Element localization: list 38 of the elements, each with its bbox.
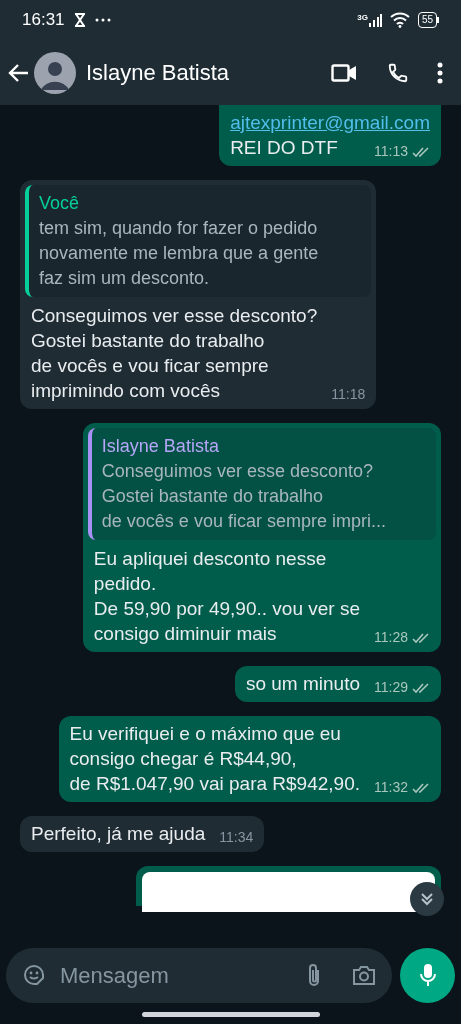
- more-icon: [94, 18, 111, 22]
- quote-author: Você: [39, 192, 81, 215]
- battery-icon: 55: [417, 12, 439, 28]
- message-text: Eu verifiquei e o máximo que eu consigo chegar é R$44,90, de R$1.047,90 vai para R$942,90.: [69, 722, 360, 796]
- double-chevron-icon: [420, 892, 434, 906]
- status-time: 16:31: [22, 9, 65, 32]
- wifi-icon: [389, 12, 410, 28]
- video-call-icon[interactable]: [331, 62, 357, 83]
- menu-icon[interactable]: [437, 61, 443, 84]
- message-text: so um minuto: [245, 672, 360, 696]
- message-time: 11:18: [331, 385, 366, 404]
- message-field[interactable]: Mensagem: [6, 947, 392, 1003]
- microphone-button[interactable]: [400, 947, 455, 1003]
- email-link[interactable]: ajtexprinter@gmail.com: [230, 110, 430, 135]
- back-arrow-icon[interactable]: [8, 61, 30, 84]
- hourglass-icon: [72, 13, 87, 27]
- sticker-icon[interactable]: [22, 963, 46, 987]
- scroll-down-button[interactable]: [410, 882, 444, 916]
- camera-icon[interactable]: [352, 964, 376, 986]
- message-time: 11:28: [374, 628, 408, 647]
- message-time: 11:29: [374, 678, 408, 697]
- message-text: Perfeito, já me ajuda: [31, 822, 206, 846]
- message-input[interactable]: Mensagem: [60, 958, 306, 992]
- message-time: 11:13: [374, 142, 408, 161]
- signal-icon: [367, 13, 382, 27]
- message-text: REI DO DTF: [230, 136, 338, 160]
- microphone-icon: [419, 963, 436, 987]
- message-time: 11:32: [374, 778, 408, 797]
- phone-icon[interactable]: [387, 61, 409, 84]
- quote-text: Conseguimos ver esse desconto? Gostei bastante do trabalho de vocês e vou ficar sempre impri...: [101, 460, 387, 533]
- network-label: 3G: [357, 12, 368, 24]
- quote-author: Islayne Batista: [101, 435, 220, 458]
- message-text: Conseguimos ver esse desconto? Gostei bastante do trabalho de vocês e vou ficar sempre imprimindo com vocês: [31, 304, 318, 403]
- message-text: Eu apliquei desconto nesse pedido. De 59,90 por 49,90.. vou ver se consigo diminuir mais: [93, 547, 360, 646]
- message-time: 11:34: [219, 828, 254, 847]
- attachment-icon[interactable]: [306, 962, 322, 988]
- avatar[interactable]: [34, 51, 76, 94]
- quote-text: tem sim, quando for fazer o pedido novamente me lembra que a gente faz sim um desconto.: [39, 217, 320, 290]
